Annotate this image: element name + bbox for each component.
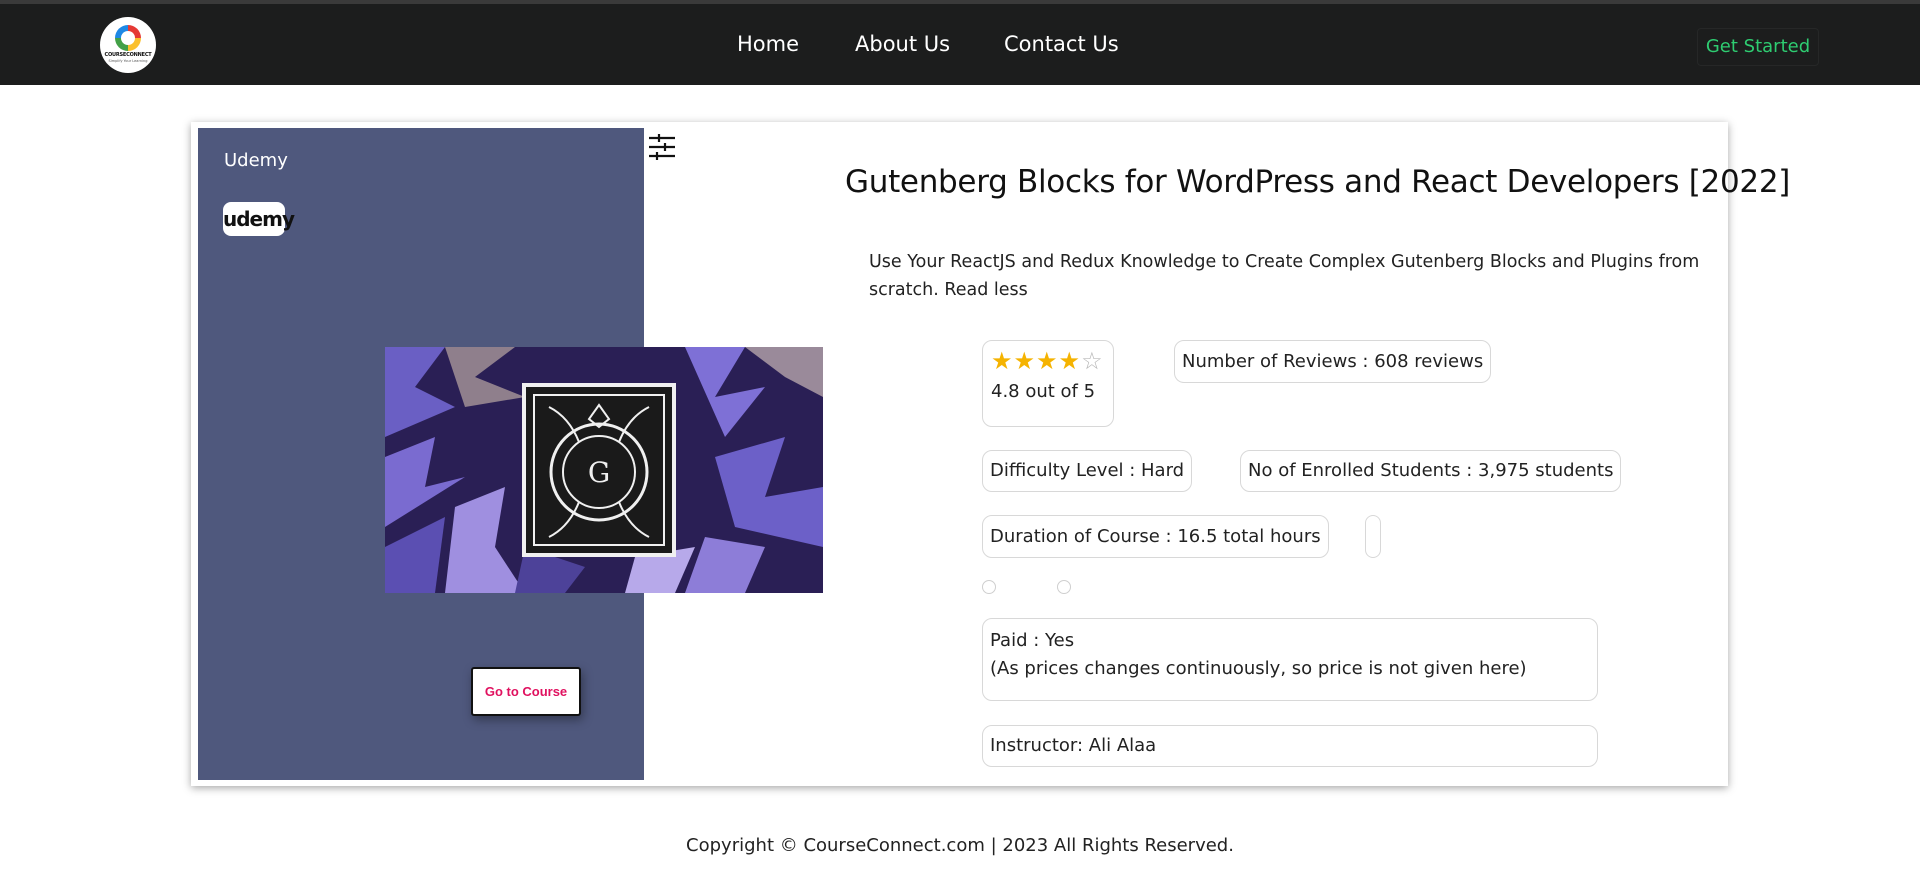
radio-button[interactable] (982, 580, 996, 594)
instructor-name: Instructor: Ali Alaa (982, 725, 1598, 767)
empty-info-pill (1365, 515, 1381, 558)
star-icon: ★ (1036, 347, 1059, 375)
gutenberg-thumbnail-art: G (385, 347, 823, 593)
provider-name: Udemy (224, 150, 288, 171)
rating-text: 4.8 out of 5 (991, 381, 1096, 402)
course-title: Gutenberg Blocks for WordPress and React… (845, 164, 1791, 200)
footer-copyright: Copyright © CourseConnect.com | 2023 All… (686, 835, 1234, 856)
reviews-count: Number of Reviews : 608 reviews (1174, 340, 1492, 383)
gutenberg-g-glyph: G (588, 456, 610, 489)
logo-tagline: Simplify Your Learning (108, 59, 148, 63)
radio-button[interactable] (1057, 580, 1071, 594)
navbar: COURSECONNECT Simplify Your Learning Hom… (0, 4, 1920, 85)
course-description: Use Your ReactJS and Redux Knowledge to … (869, 252, 1700, 300)
paid-info: Paid : Yes (As prices changes continuous… (982, 618, 1598, 701)
logo-ring-icon (115, 25, 141, 51)
nav-about-link[interactable]: About Us (855, 32, 950, 56)
star-empty-icon: ☆ (1081, 347, 1104, 375)
paid-status: Paid : Yes (990, 630, 1075, 651)
go-to-course-button[interactable]: Go to Course (471, 667, 581, 716)
course-thumbnail: G (385, 347, 823, 593)
provider-logo-text: udemy (223, 207, 295, 231)
star-icon: ★ (1058, 347, 1082, 375)
nav-contact-link[interactable]: Contact Us (1004, 32, 1119, 56)
nav-home-link[interactable]: Home (737, 32, 799, 56)
star-icon: ★ (1013, 347, 1037, 375)
difficulty-level: Difficulty Level : Hard (982, 450, 1193, 492)
provider-logo: udemy (223, 202, 295, 236)
get-started-button[interactable]: Get Started (1697, 28, 1819, 66)
star-icon: ★ (991, 347, 1014, 375)
course-duration: Duration of Course : 16.5 total hours (982, 515, 1329, 558)
sliders-menu-icon[interactable] (647, 132, 677, 162)
price-note: (As prices changes continuously, so pric… (990, 658, 1527, 679)
site-logo[interactable]: COURSECONNECT Simplify Your Learning (100, 17, 156, 73)
logo-brand-text: COURSECONNECT (104, 52, 152, 58)
enrolled-students: No of Enrolled Students : 3,975 students (1240, 450, 1622, 492)
rating-stars: ★★★★☆ (991, 347, 1104, 375)
rating-box: ★★★★☆ 4.8 out of 5 (982, 340, 1114, 427)
